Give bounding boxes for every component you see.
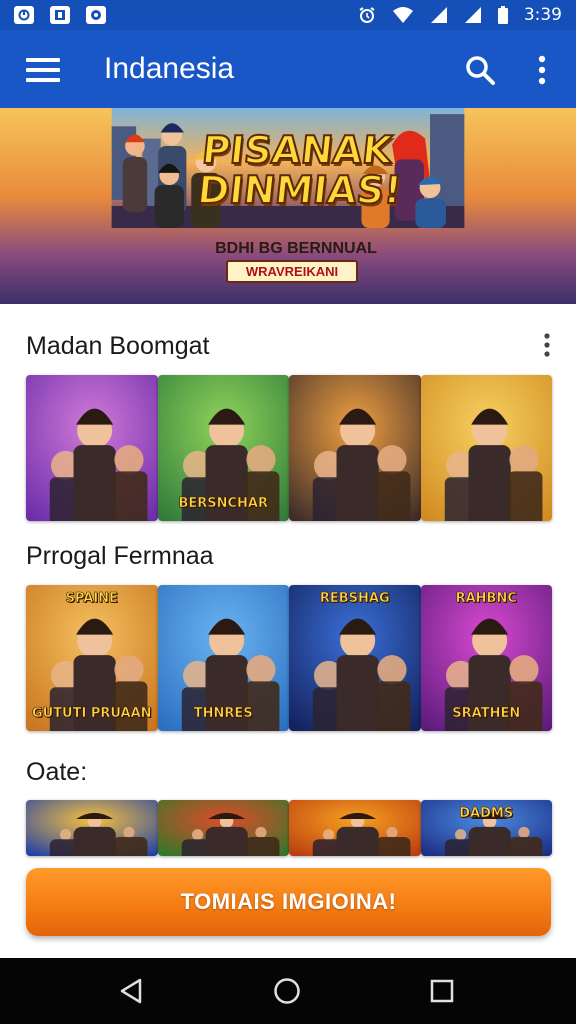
tile-title-top: RAHBNC: [455, 591, 517, 607]
game-tile[interactable]: DADMS: [420, 800, 552, 856]
menu-icon[interactable]: [26, 56, 60, 84]
game-artwork: [289, 585, 421, 731]
status-time: 3:39: [523, 5, 562, 25]
tile-title-top: REBSHAG: [319, 591, 390, 607]
game-tile[interactable]: [26, 375, 158, 521]
game-row: SPAINE GUTUTI PRUAAN THNRES REBSHAG RAHB…: [26, 585, 552, 731]
game-tile[interactable]: THNRES: [157, 585, 289, 731]
navigation-bar: [0, 958, 576, 1024]
game-tile[interactable]: BERSNCHAR: [157, 375, 289, 521]
section-title: Madan Boomgat: [26, 332, 210, 360]
banner-title: PISANAK DINMIAS!: [195, 127, 405, 213]
signal-icon: [464, 7, 481, 23]
recents-icon[interactable]: [427, 976, 457, 1006]
game-artwork: [157, 800, 289, 856]
home-icon[interactable]: [272, 976, 302, 1006]
promo-banner[interactable]: PISANAK DINMIAS! BDHI BG BERNNUAL RENI W…: [0, 108, 576, 304]
game-row: DADMS: [26, 800, 552, 856]
banner-tag: WRAVREIKANI: [226, 260, 358, 283]
more-vert-icon[interactable]: [532, 54, 552, 86]
game-tile[interactable]: [289, 375, 421, 521]
alarm-icon: [359, 7, 375, 23]
game-artwork: [289, 375, 421, 521]
game-tile[interactable]: SPAINE GUTUTI PRUAAN: [26, 585, 158, 731]
game-artwork: [26, 800, 158, 856]
section-title: Oate:: [26, 758, 88, 786]
app-notification-icon: [86, 6, 106, 24]
wifi-icon: [392, 7, 413, 23]
game-tile[interactable]: REBSHAG: [289, 585, 421, 731]
game-tile[interactable]: [157, 800, 289, 856]
game-tile[interactable]: RAHBNC SRATHEN: [420, 585, 552, 731]
game-tile[interactable]: [420, 375, 552, 521]
tile-title-top: DADMS: [459, 806, 514, 822]
more-vert-icon[interactable]: [540, 332, 554, 360]
game-artwork: [26, 375, 158, 521]
tile-title: THNRES: [193, 706, 253, 722]
tile-title: GUTUTI PRUAAN: [31, 706, 152, 722]
app-title: Indanesia: [104, 52, 235, 85]
cta-button[interactable]: TOMIAIS IMGIOINA!: [26, 868, 551, 936]
tile-title: BERSNCHAR: [178, 496, 269, 512]
search-icon[interactable]: [464, 54, 496, 86]
game-artwork: [289, 800, 421, 856]
game-tile[interactable]: [26, 800, 158, 856]
battery-icon: [497, 6, 508, 24]
back-icon[interactable]: [116, 976, 146, 1006]
app-notification-icon: [14, 6, 34, 24]
signal-icon: [430, 7, 447, 23]
game-row: BERSNCHAR: [26, 375, 552, 521]
tile-title: SRATHEN: [452, 706, 521, 722]
game-artwork: [420, 375, 552, 521]
game-tile[interactable]: [289, 800, 421, 856]
app-notification-icon: [50, 6, 70, 24]
section-title: Prrogal Fermnaa: [26, 542, 214, 570]
tile-title-top: SPAINE: [65, 591, 118, 607]
app-bar: Indanesia: [0, 30, 576, 108]
status-bar: 3:39: [0, 0, 576, 30]
